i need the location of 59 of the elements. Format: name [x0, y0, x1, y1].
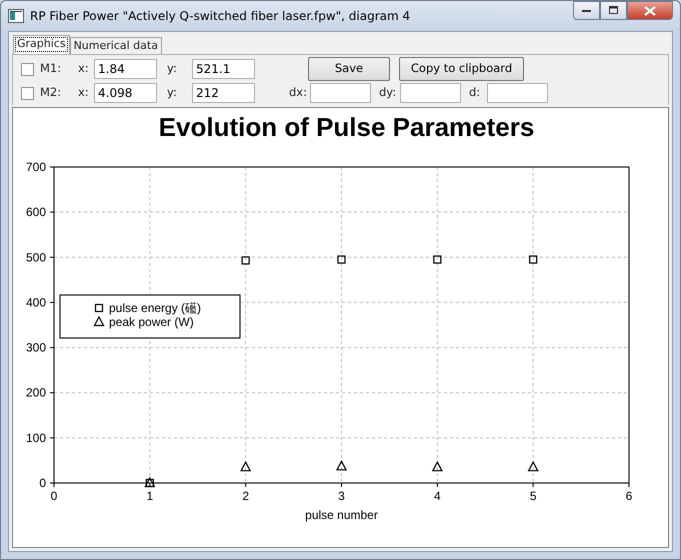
tick-label: 500 — [26, 250, 46, 264]
x-label: x: — [78, 84, 90, 102]
tick-label: 100 — [26, 430, 46, 445]
tick-label: 5 — [530, 489, 536, 503]
maximize-icon — [608, 6, 618, 15]
tick-label: 6 — [626, 489, 632, 503]
tab[interactable]: Graphics — [13, 35, 70, 54]
minimize-icon — [582, 8, 592, 12]
triangle-marker — [240, 460, 252, 472]
y-label: y: — [167, 84, 178, 102]
field-label: dy: — [379, 84, 398, 102]
tick-label: 700 — [26, 160, 46, 174]
triangle-marker — [528, 460, 539, 472]
close-button[interactable] — [627, 1, 673, 20]
tab[interactable]: Numerical data — [70, 37, 162, 54]
marker-label: M2: — [40, 84, 62, 102]
input-field[interactable] — [487, 83, 548, 103]
button[interactable]: Copy to clipboard — [399, 57, 524, 81]
tick-label: 600 — [26, 205, 46, 220]
chart-title: Evolution of Pulse Parameters — [158, 112, 534, 142]
tick-label: 2 — [242, 489, 249, 503]
legend-label: peak power (W) — [109, 315, 194, 329]
square-marker — [433, 255, 442, 264]
x-label: x: — [78, 60, 90, 78]
tick-label: 400 — [26, 295, 46, 310]
square-marker — [529, 255, 538, 264]
x-field[interactable]: 1.84 — [94, 59, 157, 79]
maximize-button[interactable] — [600, 1, 627, 20]
tick-label: 0 — [39, 476, 46, 490]
app-icon — [8, 9, 24, 23]
triangle-marker — [432, 460, 443, 472]
x-field[interactable]: 4.098 — [94, 83, 157, 103]
legend-swatch — [94, 316, 104, 326]
tick-label: 4 — [434, 489, 441, 503]
checkbox[interactable] — [21, 86, 34, 100]
square-marker — [242, 256, 250, 265]
y-field[interactable]: 212 — [192, 83, 255, 103]
close-icon — [644, 6, 656, 16]
input-field[interactable] — [400, 83, 461, 103]
tick-label: 0 — [50, 489, 58, 503]
marker-label: M1: — [40, 60, 62, 78]
y-field[interactable]: 521.1 — [192, 59, 255, 79]
y-label: y: — [167, 60, 178, 78]
legend-swatch — [94, 304, 104, 312]
tick-label: 1 — [146, 489, 154, 503]
tick-label: 300 — [26, 340, 46, 355]
tick-label: 200 — [26, 386, 46, 400]
field-label: dx: — [289, 84, 308, 102]
window-title: RP Fiber Power "Actively Q-switched fiber laser.fpw", diagram 4 — [30, 8, 410, 25]
minimize-button[interactable] — [573, 1, 600, 20]
tick-label: 3 — [338, 489, 345, 503]
checkbox[interactable] — [21, 62, 34, 76]
square-marker — [337, 255, 346, 264]
axis-label: pulse number — [305, 508, 378, 522]
input-field[interactable] — [310, 83, 371, 103]
triangle-marker — [336, 460, 347, 470]
field-label: d: — [469, 84, 482, 102]
button[interactable]: Save — [308, 57, 390, 81]
legend-label: pulse energy (礷) — [109, 301, 202, 315]
